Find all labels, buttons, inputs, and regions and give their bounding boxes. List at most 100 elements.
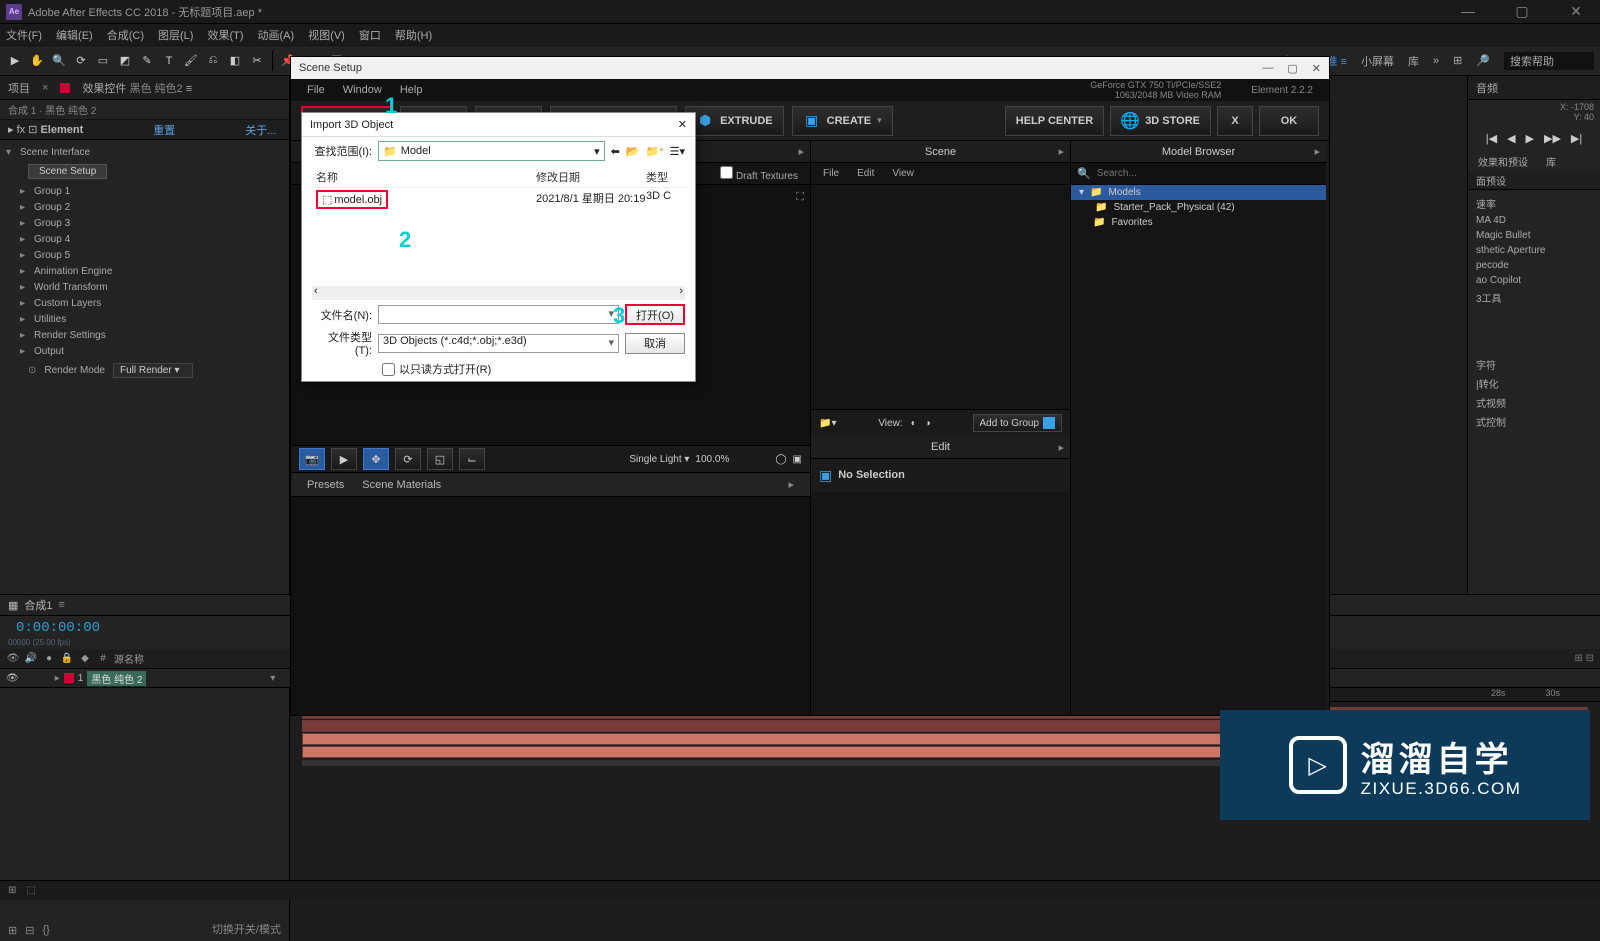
- timecode[interactable]: 0:00:00:00: [8, 618, 282, 638]
- brush-tool[interactable]: 🖌: [182, 52, 200, 70]
- menu-view[interactable]: 视图(V): [308, 27, 345, 43]
- workspace-lib[interactable]: 库: [1408, 53, 1419, 69]
- tree-group[interactable]: Group 1: [34, 186, 70, 197]
- 3d-store-button[interactable]: 🌐3D STORE: [1110, 106, 1211, 136]
- tab-fx-presets[interactable]: 效果和预设: [1478, 154, 1528, 170]
- view-icon[interactable]: ◑: [925, 418, 931, 429]
- model-search-input[interactable]: [1097, 168, 1320, 179]
- scale-tool[interactable]: ◱: [427, 448, 453, 470]
- expand-icon[interactable]: ▸: [798, 145, 804, 158]
- expand-icon[interactable]: ▸: [1058, 145, 1064, 158]
- zoom-tool[interactable]: 🔍: [50, 52, 68, 70]
- transport-controls[interactable]: |◀◀▶▶▶▶|: [1468, 124, 1600, 152]
- roto-tool[interactable]: ✂: [248, 52, 266, 70]
- filetype-select[interactable]: 3D Objects (*.c4d;*.obj;*.e3d)▾: [378, 334, 619, 353]
- list-item[interactable]: 速率: [1468, 194, 1600, 213]
- lookin-select[interactable]: 📁Model▾: [378, 141, 605, 161]
- list-item[interactable]: 3工具: [1468, 288, 1600, 307]
- tab-project[interactable]: 项目: [8, 80, 30, 96]
- scene-tree[interactable]: [811, 185, 1070, 409]
- workspace-small[interactable]: 小屏幕: [1361, 53, 1394, 69]
- tree-render[interactable]: Render Settings: [34, 330, 106, 341]
- minimize-button[interactable]: —: [1450, 3, 1486, 20]
- nav-view-icon[interactable]: ☰▾: [670, 145, 685, 158]
- hdr-audio-icon[interactable]: 🔊: [24, 653, 38, 664]
- list-item[interactable]: Magic Bullet: [1468, 228, 1600, 243]
- tree-utilities[interactable]: Utilities: [34, 314, 66, 325]
- pen-tool[interactable]: ✎: [138, 52, 156, 70]
- eraser-tool[interactable]: ◧: [226, 52, 244, 70]
- select-tool[interactable]: ▶: [331, 448, 357, 470]
- add-to-group-button[interactable]: Add to Group: [973, 414, 1062, 432]
- tree-output[interactable]: Output: [34, 346, 64, 357]
- nav-up-icon[interactable]: 📂: [626, 145, 640, 158]
- tree-starter-pack[interactable]: 📁Starter_Pack_Physical (42): [1071, 200, 1326, 215]
- e3d-close-button[interactable]: ✕: [1312, 62, 1321, 75]
- overflow-icon[interactable]: »: [1433, 55, 1439, 67]
- folder-icon[interactable]: 📁▾: [819, 418, 836, 429]
- rect-tool[interactable]: ▭: [94, 52, 112, 70]
- create-button[interactable]: ▣CREATE▾: [792, 106, 893, 136]
- tree-models[interactable]: ▾📁Models: [1071, 185, 1326, 200]
- close-button[interactable]: ✕: [1558, 3, 1594, 20]
- maximize-button[interactable]: ▢: [1504, 3, 1540, 20]
- tree-group[interactable]: Group 5: [34, 250, 70, 261]
- camera-tool[interactable]: 📷: [299, 448, 325, 470]
- tab-presets[interactable]: Presets: [307, 479, 344, 491]
- list-item[interactable]: ao Copilot: [1468, 273, 1600, 288]
- nav-new-icon[interactable]: 📁*: [646, 145, 664, 158]
- move-tool[interactable]: ✥: [363, 448, 389, 470]
- col-date[interactable]: 修改日期: [536, 169, 646, 185]
- nav-back-icon[interactable]: ⬅: [611, 145, 620, 158]
- footer-icon[interactable]: ⊞: [8, 924, 17, 937]
- tree-group[interactable]: Group 3: [34, 218, 70, 229]
- dialog-close-button[interactable]: ✕: [678, 118, 687, 131]
- e3d-max-button[interactable]: ▢: [1287, 62, 1297, 75]
- tab-scene-materials[interactable]: Scene Materials: [362, 479, 441, 491]
- light-select[interactable]: Single Light ▾: [629, 454, 689, 465]
- e3d-min-button[interactable]: —: [1262, 62, 1273, 75]
- panel-audio[interactable]: 音频: [1476, 80, 1498, 96]
- cancel-button[interactable]: 取消: [625, 333, 685, 354]
- hdr-vis-icon[interactable]: 👁: [6, 653, 20, 664]
- open-button[interactable]: 打开(O): [625, 304, 685, 325]
- menu-layer[interactable]: 图层(L): [158, 27, 193, 43]
- expand-icon[interactable]: ▸: [1314, 145, 1320, 158]
- extrude-button[interactable]: ⬢EXTRUDE: [685, 106, 784, 136]
- h-scrollbar[interactable]: [312, 286, 685, 300]
- list-item[interactable]: pecode: [1468, 258, 1600, 273]
- comp-name[interactable]: 合成1: [24, 597, 52, 613]
- vp-icon[interactable]: ◯: [775, 454, 786, 465]
- orbit-tool[interactable]: ⟳: [72, 52, 90, 70]
- tree-group[interactable]: Group 4: [34, 234, 70, 245]
- scene-menu-view[interactable]: View: [892, 168, 914, 179]
- help-search-input[interactable]: 搜索帮助: [1504, 52, 1594, 70]
- draft-textures-checkbox[interactable]: [720, 166, 733, 179]
- toggle-switches[interactable]: 切换开关/模式: [212, 921, 281, 937]
- effect-reset[interactable]: 重置: [153, 122, 175, 138]
- col-name[interactable]: 名称: [316, 169, 536, 185]
- list-item[interactable]: MA 4D: [1468, 213, 1600, 228]
- expand-icon[interactable]: ▸: [788, 478, 794, 491]
- tree-world[interactable]: World Transform: [34, 282, 108, 293]
- tree-favorites[interactable]: 📁Favorites: [1071, 215, 1326, 230]
- selection-tool[interactable]: ▶: [6, 52, 24, 70]
- help-center-button[interactable]: HELP CENTER: [1005, 106, 1104, 136]
- tab-effects[interactable]: 效果控件 黑色 纯色2 ≡: [82, 80, 192, 96]
- expand-icon[interactable]: ▸: [1058, 441, 1064, 454]
- e3d-menu-help[interactable]: Help: [400, 84, 423, 96]
- status-icon[interactable]: ⊞: [8, 885, 16, 896]
- rotate-tool[interactable]: ⟳: [395, 448, 421, 470]
- filename-input[interactable]: ▾: [378, 305, 619, 324]
- clone-tool[interactable]: ⎌: [204, 52, 222, 70]
- e3d-menu-window[interactable]: Window: [343, 84, 382, 96]
- menu-help[interactable]: 帮助(H): [395, 27, 432, 43]
- footer-icon[interactable]: {}: [42, 924, 49, 937]
- menu-effect[interactable]: 效果(T): [207, 27, 243, 43]
- scene-menu-edit[interactable]: Edit: [857, 168, 874, 179]
- tree-customlayers[interactable]: Custom Layers: [34, 298, 101, 309]
- tab-lib[interactable]: 库: [1546, 154, 1556, 170]
- e3d-menu-file[interactable]: File: [307, 84, 325, 96]
- vp-monitor-icon[interactable]: ▣: [793, 454, 802, 465]
- scene-setup-button[interactable]: Scene Setup: [28, 164, 107, 179]
